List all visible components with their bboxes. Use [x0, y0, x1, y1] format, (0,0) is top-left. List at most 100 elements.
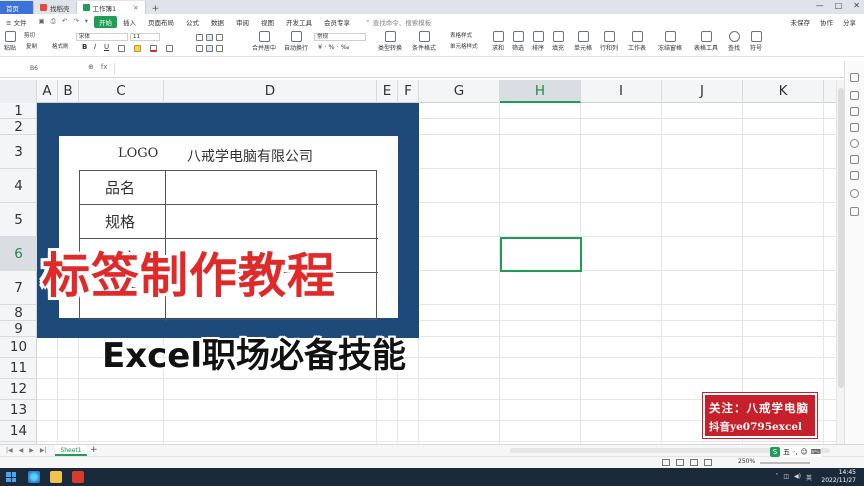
unsaved-status[interactable]: 未保存: [791, 17, 811, 27]
clear-icon[interactable]: [166, 45, 173, 52]
format-painter-button[interactable]: 格式刷: [50, 44, 71, 52]
close-window-button[interactable]: ✕: [853, 1, 860, 10]
language-icon[interactable]: 英: [806, 473, 812, 482]
row-column-button[interactable]: 行和列: [600, 31, 618, 52]
row-header-14[interactable]: 14: [0, 421, 37, 442]
column-header-e[interactable]: E: [377, 80, 398, 103]
type-convert-button[interactable]: 类型转换: [378, 31, 402, 52]
sidebar-image-icon[interactable]: [850, 155, 859, 164]
wrap-text-button[interactable]: 自动换行: [284, 31, 308, 52]
column-header-b[interactable]: B: [58, 80, 79, 103]
fill-button[interactable]: 填充: [552, 31, 564, 52]
wps-office-icon[interactable]: [72, 471, 84, 483]
number-format-select[interactable]: 常规: [314, 33, 366, 41]
align-left-icon[interactable]: [196, 45, 203, 52]
tab-home[interactable]: 首页: [0, 1, 34, 14]
row-header-9[interactable]: 9: [0, 321, 37, 337]
fx-button[interactable]: fx: [101, 63, 108, 71]
eye-protect-icon[interactable]: [662, 459, 670, 466]
volume-icon[interactable]: ◀): [794, 473, 801, 482]
freeze-panes-button[interactable]: 冻结窗格: [658, 31, 682, 52]
column-header-h[interactable]: H: [500, 80, 581, 103]
sidebar-property-icon[interactable]: [850, 107, 859, 116]
sidebar-copy-icon[interactable]: [850, 123, 859, 132]
next-sheet-icon[interactable]: ▶: [29, 447, 34, 454]
sidebar-chart-icon[interactable]: [850, 171, 859, 180]
zoom-formula-icon[interactable]: ⊕: [88, 63, 94, 71]
formula-input[interactable]: [114, 63, 844, 74]
row-header-5[interactable]: 5: [0, 203, 37, 237]
menu-formulas[interactable]: 公式: [180, 17, 205, 27]
row-header-10[interactable]: 10: [0, 337, 37, 358]
cell-button[interactable]: 单元格: [574, 31, 592, 52]
taskbar-clock[interactable]: 14:45 2022/11/27: [821, 469, 856, 485]
name-box[interactable]: B6: [4, 64, 46, 74]
row-header-12[interactable]: 12: [0, 379, 37, 400]
conditional-format-button[interactable]: 条件格式: [412, 31, 436, 52]
align-right-icon[interactable]: [216, 45, 223, 52]
active-cell-h6[interactable]: [500, 237, 582, 272]
font-size-select[interactable]: 11: [130, 33, 160, 41]
font-name-select[interactable]: 宋体: [76, 33, 128, 41]
table-style-button[interactable]: 表格样式: [448, 33, 475, 41]
edge-browser-icon[interactable]: [28, 471, 40, 483]
last-sheet-icon[interactable]: ▶|: [40, 447, 47, 454]
table-tools-button[interactable]: 表格工具: [694, 31, 718, 52]
column-header-i[interactable]: I: [581, 80, 662, 103]
sheet-tab-sheet1[interactable]: Sheet1: [55, 445, 87, 456]
merge-center-button[interactable]: 合并居中: [252, 31, 276, 52]
row-header-11[interactable]: 11: [0, 358, 37, 379]
reading-view-icon[interactable]: [704, 459, 712, 466]
menu-data[interactable]: 数据: [205, 17, 230, 27]
row-header-4[interactable]: 4: [0, 169, 37, 203]
sidebar-select-icon[interactable]: [850, 73, 859, 82]
ime-toolbar[interactable]: S 五 ·, ☺ ⌨: [770, 447, 821, 457]
zoom-level[interactable]: 250%: [738, 458, 755, 465]
vertical-scrollbar[interactable]: [836, 80, 844, 444]
undo-icon[interactable]: ↶: [62, 17, 67, 26]
column-header-f[interactable]: F: [398, 80, 419, 103]
font-color-icon[interactable]: [150, 45, 157, 52]
column-header-d[interactable]: D: [164, 80, 377, 103]
currency-button[interactable]: ¥ · % · ‰: [316, 44, 352, 52]
copy-button[interactable]: 复制: [24, 44, 40, 52]
sidebar-backup-icon[interactable]: [850, 207, 859, 216]
align-top-icon[interactable]: [196, 34, 203, 41]
prev-sheet-icon[interactable]: ◀: [19, 447, 24, 454]
redo-icon[interactable]: ↷: [73, 17, 78, 26]
menu-review[interactable]: 审阅: [230, 17, 255, 27]
row-header-2[interactable]: 2: [0, 119, 37, 135]
file-explorer-icon[interactable]: [50, 471, 62, 483]
column-header-g[interactable]: G: [419, 80, 500, 103]
italic-button[interactable]: I: [92, 44, 99, 52]
row-header-8[interactable]: 8: [0, 305, 37, 321]
row-header-6[interactable]: 6: [0, 237, 37, 271]
save-icon[interactable]: ▣: [39, 17, 45, 26]
network-icon[interactable]: ◫: [783, 473, 789, 482]
fill-color-icon[interactable]: [134, 45, 141, 52]
worksheet-button[interactable]: 工作表: [628, 31, 646, 52]
sidebar-settings-icon[interactable]: [850, 189, 859, 198]
border-icon[interactable]: [118, 45, 125, 52]
first-sheet-icon[interactable]: |◀: [6, 447, 13, 454]
column-header-j[interactable]: J: [662, 80, 743, 103]
minimize-button[interactable]: —: [816, 1, 824, 10]
sidebar-help-icon[interactable]: [850, 139, 859, 148]
sidebar-shape-icon[interactable]: [850, 91, 859, 100]
underline-button[interactable]: U: [102, 44, 112, 52]
close-tab-icon[interactable]: ✕: [133, 4, 138, 12]
row-header-7[interactable]: 7: [0, 271, 37, 305]
normal-view-icon[interactable]: [676, 459, 684, 466]
collaborate-button[interactable]: 协作: [820, 17, 833, 27]
menu-file[interactable]: ≡ 文件: [0, 17, 33, 27]
tab-daoke[interactable]: 找稻壳: [34, 1, 77, 14]
row-header-1[interactable]: 1: [0, 103, 37, 119]
menu-page-layout[interactable]: 页面布局: [142, 17, 180, 27]
bold-button[interactable]: B: [80, 44, 90, 52]
align-center-icon[interactable]: [206, 45, 213, 52]
tab-workbook[interactable]: 工作簿1 ✕: [76, 1, 146, 14]
column-header-k[interactable]: K: [743, 80, 824, 103]
menu-home[interactable]: 开始: [94, 15, 118, 28]
windows-start-icon[interactable]: [6, 472, 16, 482]
add-sheet-button[interactable]: +: [90, 445, 98, 455]
